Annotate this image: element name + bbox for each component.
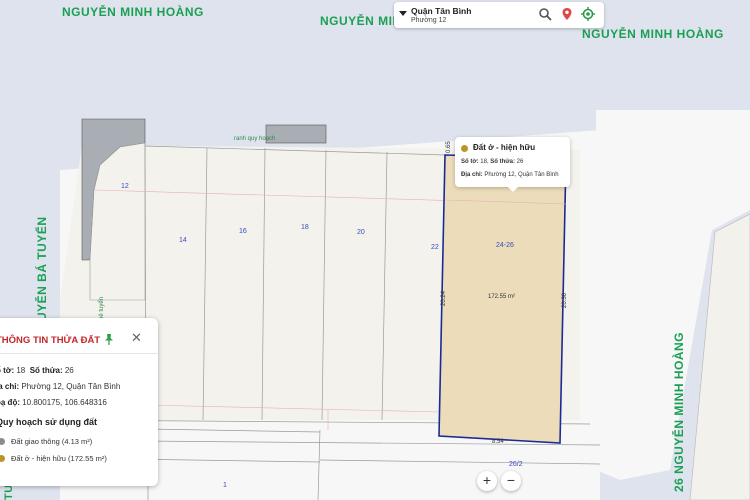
dropdown-caret-icon[interactable] xyxy=(399,11,407,16)
street-label: TU xyxy=(3,484,15,500)
zoom-in-button[interactable]: + xyxy=(477,471,497,491)
land-type-dot-icon xyxy=(461,145,468,152)
lot-number: 24-26 xyxy=(496,242,514,249)
search-icon[interactable] xyxy=(538,7,552,21)
lot-number: 18 xyxy=(301,224,309,231)
street-label: 26 NGUYỄN MINH HOÀNG xyxy=(671,332,686,492)
my-location-icon[interactable] xyxy=(581,7,595,21)
popup-address-row: Địa chỉ: Phường 12, Quận Tân Bình xyxy=(461,172,559,178)
panel-address-row: ịa chỉ: Phường 12, Quận Tân Bình xyxy=(0,382,121,391)
street-label: NGUYỄN MINH HOÀNG xyxy=(62,4,204,19)
zoom-out-button[interactable]: − xyxy=(501,471,521,491)
popup-sheet-row: Số tờ: 18, Số thửa: 26 xyxy=(461,159,524,165)
pin-icon[interactable] xyxy=(104,334,114,345)
dimension-right: 20.36 xyxy=(562,292,568,308)
search-ward: Phường 12 xyxy=(411,17,447,24)
alley-label: bê tuyển xyxy=(98,297,105,320)
legend-swatch-icon xyxy=(0,438,5,445)
dimension-left: 20.24 xyxy=(441,290,447,306)
lot-number: 14 xyxy=(179,237,187,244)
legend-item: Đất ở - hiện hữu (172.55 m²) xyxy=(0,454,107,463)
lot-number: 22 xyxy=(431,244,439,251)
popup-title: Đất ở - hiện hữu xyxy=(473,143,536,152)
planning-boundary-label: ranh quy hoạch xyxy=(234,136,275,142)
legend-item: Đất giao thông (4.13 m²) xyxy=(0,437,92,446)
parcel-popup[interactable]: Đất ở - hiện hữu Số tờ: 18, Số thửa: 26 … xyxy=(455,137,570,192)
location-search[interactable]: Quận Tân Bình Phường 12 xyxy=(394,2,604,28)
lot-number: 12 xyxy=(121,183,129,190)
close-icon[interactable]: ✕ xyxy=(131,331,142,344)
panel-sheet-row: ố tờ: 18 Số thửa: 26 xyxy=(0,366,74,375)
location-pin-icon[interactable] xyxy=(560,7,574,21)
panel-section-title: Quy hoạch sử dụng đất xyxy=(0,417,98,427)
legend-swatch-icon xyxy=(0,455,5,462)
lot-number: 26/2 xyxy=(509,461,523,468)
divider xyxy=(0,353,158,354)
lot-number: 16 xyxy=(239,228,247,235)
dimension-top: 0.65 xyxy=(446,141,452,153)
dimension-bottom: 8.54 xyxy=(492,439,504,445)
lot-number: 1 xyxy=(223,482,227,489)
street-label: NGUYỄN MINH HOÀNG xyxy=(582,26,724,41)
lot-number: 20 xyxy=(357,229,365,236)
panel-title: THÔNG TIN THỬA ĐẤT xyxy=(0,335,101,346)
area-label: 172.55 m² xyxy=(488,294,515,300)
parcel-info-panel: THÔNG TIN THỬA ĐẤT ✕ ố tờ: 18 Số thửa: 2… xyxy=(0,318,158,486)
search-district: Quận Tân Bình xyxy=(411,6,472,16)
panel-coord-row: oạ độ: 10.800175, 106.648316 xyxy=(0,398,107,407)
